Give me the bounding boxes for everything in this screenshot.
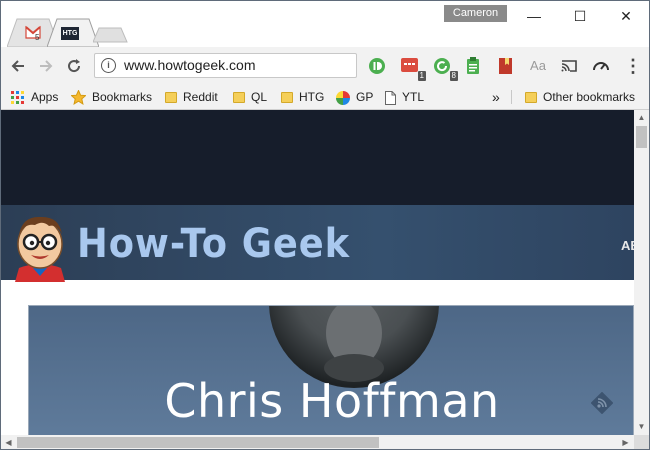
site-nav-item[interactable]: AB [621, 238, 634, 253]
folder-icon [281, 92, 293, 104]
apps-grid-icon [11, 90, 24, 104]
other-bookmarks-label: Other bookmarks [543, 90, 636, 104]
htg-favicon: HTG [61, 27, 79, 40]
bookmark-label: YTL [402, 90, 425, 104]
back-arrow-icon [11, 60, 24, 72]
apps-shortcut[interactable]: Apps [11, 88, 58, 106]
address-bar[interactable]: i www.howtogeek.com [94, 53, 357, 78]
pushbullet-icon[interactable] [367, 56, 387, 76]
bookmark-reddit[interactable]: Reddit [165, 88, 218, 106]
new-tab-shape [93, 27, 128, 43]
vertical-scroll-thumb[interactable] [636, 126, 647, 148]
reload-icon [68, 59, 81, 73]
new-tab-button[interactable] [93, 27, 129, 43]
url-text[interactable]: www.howtogeek.com [124, 57, 256, 73]
tab-htg[interactable]: HTG [47, 18, 99, 48]
bookmark-label: Bookmarks [92, 90, 153, 104]
font-icon[interactable]: Aa [528, 56, 548, 76]
todoist-badge: 1 [417, 71, 426, 81]
page-viewport: How-To Geek AB Chris Hoffman [1, 110, 634, 435]
menu-icon[interactable]: ⋮ [623, 56, 643, 76]
forward-arrow-icon [40, 60, 53, 72]
folder-icon [233, 92, 245, 104]
bookmark-label: Reddit [183, 90, 218, 104]
maximize-button[interactable]: ☐ [557, 3, 603, 29]
bookmark-label: QL [251, 90, 268, 104]
bookmark-ql[interactable]: QL [233, 88, 267, 106]
cast-icon[interactable] [559, 56, 579, 76]
author-profile-card: Chris Hoffman [28, 305, 634, 435]
bookmarks-divider [511, 90, 512, 104]
browser-window: 5 HTG Cameron — ☐ ✕ i www.howtogeek.com … [0, 0, 650, 450]
clipboard-icon[interactable] [463, 56, 483, 76]
horizontal-scrollbar[interactable]: ◀ ▶ [1, 435, 634, 449]
back-button[interactable] [7, 55, 29, 77]
rss-feed-icon[interactable] [590, 391, 614, 419]
top-dark-band [1, 110, 634, 205]
other-bookmarks[interactable]: Other bookmarks [525, 88, 635, 106]
htg-favicon-label: HTG [62, 30, 78, 37]
pinwheel-icon [336, 90, 350, 105]
bookmark-ext-icon[interactable] [496, 56, 516, 76]
geek-mascot-logo[interactable] [9, 210, 71, 282]
site-info-icon[interactable]: i [101, 58, 116, 73]
bookmark-label: HTG [299, 90, 325, 104]
folder-icon [165, 92, 177, 104]
site-logo-text[interactable]: How-To Geek [77, 221, 350, 267]
profile-name-chip[interactable]: Cameron [444, 5, 507, 22]
scroll-down-arrow-icon[interactable]: ▼ [634, 422, 649, 431]
refresh-ext-badge: 8 [449, 71, 458, 81]
bookmark-gp[interactable]: GP [336, 88, 373, 106]
reload-button[interactable] [63, 55, 85, 77]
bookmarks-overflow-button[interactable]: » [492, 88, 500, 106]
author-name: Chris Hoffman [164, 374, 500, 428]
forward-button[interactable] [35, 55, 57, 77]
minimize-button[interactable]: — [511, 3, 557, 29]
close-button[interactable]: ✕ [603, 3, 649, 29]
speed-icon[interactable] [591, 56, 611, 76]
star-icon [71, 90, 86, 106]
bookmarks-bar: Apps Bookmarks Reddit QL HTG GP YTL » Ot… [1, 85, 649, 110]
bookmark-bookmarks[interactable]: Bookmarks [71, 88, 152, 106]
bookmark-ytl[interactable]: YTL [385, 88, 424, 106]
horizontal-scroll-thumb[interactable] [17, 437, 379, 448]
scroll-right-arrow-icon[interactable]: ▶ [618, 438, 633, 447]
scroll-up-arrow-icon[interactable]: ▲ [634, 113, 649, 122]
gmail-badge: 5 [35, 33, 40, 42]
toolbar: i www.howtogeek.com 1 8 Aa ⋮ [1, 47, 649, 85]
bookmark-label: GP [356, 90, 374, 104]
apps-label: Apps [31, 90, 59, 104]
tab-strip: 5 HTG Cameron — ☐ ✕ [1, 1, 649, 48]
folder-icon [525, 92, 537, 104]
page-icon [385, 90, 396, 105]
scrollbar-corner [634, 435, 649, 449]
todoist-icon[interactable]: 1 [400, 56, 426, 81]
scroll-left-arrow-icon[interactable]: ◀ [1, 438, 16, 447]
bookmark-htg[interactable]: HTG [281, 88, 324, 106]
refresh-ext-icon[interactable]: 8 [432, 56, 458, 81]
vertical-scrollbar[interactable]: ▲ ▼ [634, 110, 649, 435]
